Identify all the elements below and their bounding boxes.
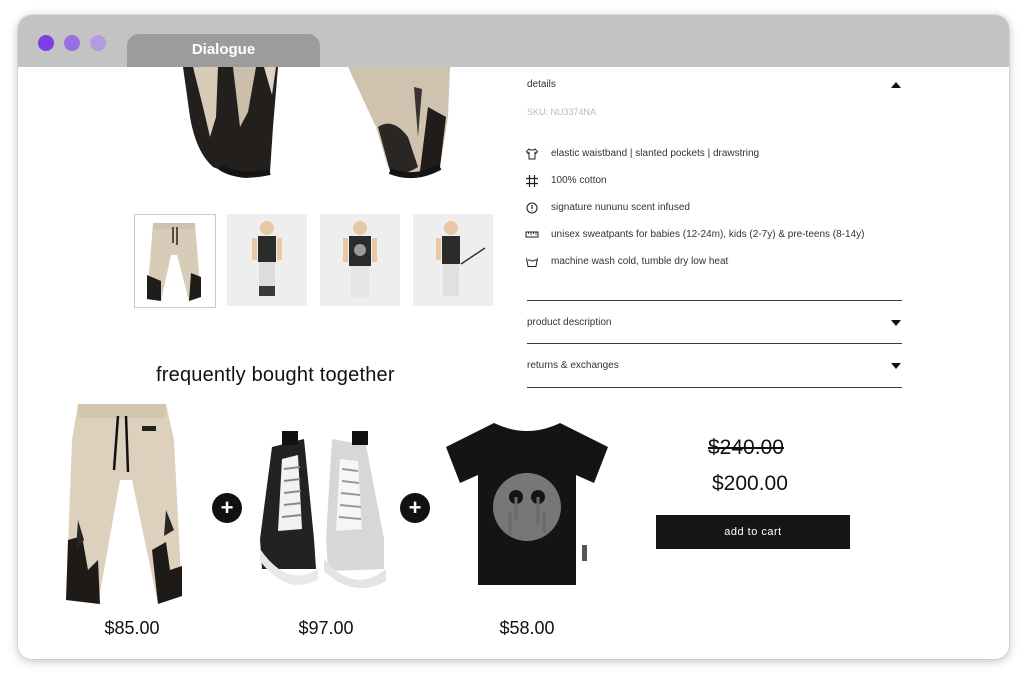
title-bar: Dialogue [18,15,1009,67]
collapse-caret-icon[interactable] [891,82,901,88]
tab-dialogue[interactable]: Dialogue [127,34,320,67]
details-accordion-header[interactable]: details [527,79,556,90]
minimize-window-button[interactable] [64,35,80,51]
divider [527,387,902,388]
product-hero-image [183,67,450,179]
thumbnail-pants-front[interactable] [134,214,216,308]
feature-text: elastic waistband | slanted pockets | dr… [551,148,760,159]
close-window-button[interactable] [38,35,54,51]
divider [527,343,902,344]
product-image-sweatpants[interactable] [48,400,200,610]
page-content: details SKU: NU3374NA elastic waistband … [18,67,1009,659]
wash-icon [526,257,538,267]
grid-icon [526,175,538,187]
discounted-total-price: $200.00 [712,472,788,495]
product-price: $58.00 [499,618,555,638]
maximize-window-button[interactable] [90,35,106,51]
feature-text: unisex sweatpants for babies (12-24m), k… [551,229,865,240]
divider [527,300,902,301]
feature-text: machine wash cold, tumble dry low heat [551,256,729,267]
original-total-price: $240.00 [708,436,784,459]
product-image-sneakers[interactable] [254,419,394,595]
returns-exchanges-accordion[interactable]: returns & exchanges [527,360,619,371]
feature-text: 100% cotton [551,175,607,186]
feature-text: signature nununu scent infused [551,202,690,213]
sku-label: SKU: NU3374NA [527,107,597,117]
info-icon [526,202,538,214]
model-thumbnail-image [343,221,377,298]
product-price: $85.00 [104,618,160,638]
pants-thumbnail-image [147,223,201,301]
product-image-tshirt[interactable] [438,417,616,587]
thumbnail-model-front-1[interactable] [227,214,307,306]
ruler-icon [525,231,539,238]
expand-caret-icon[interactable] [891,320,901,326]
section-title: frequently bought together [156,364,395,386]
tab-title: Dialogue [191,41,256,58]
add-to-cart-button[interactable]: add to cart [656,515,850,549]
expand-caret-icon[interactable] [891,363,901,369]
plus-icon: + [212,493,242,523]
plus-icon: + [400,493,430,523]
product-price: $97.00 [298,618,354,638]
model-thumbnail-image [252,221,282,296]
product-description-accordion[interactable]: product description [527,317,612,328]
thumbnail-model-side[interactable] [413,214,493,306]
model-thumbnail-image [436,221,486,296]
thumbnail-model-front-2[interactable] [320,214,400,306]
browser-window: Dialogue details SKU: NU3374NA elastic w… [18,15,1009,659]
shirt-icon [525,148,539,160]
